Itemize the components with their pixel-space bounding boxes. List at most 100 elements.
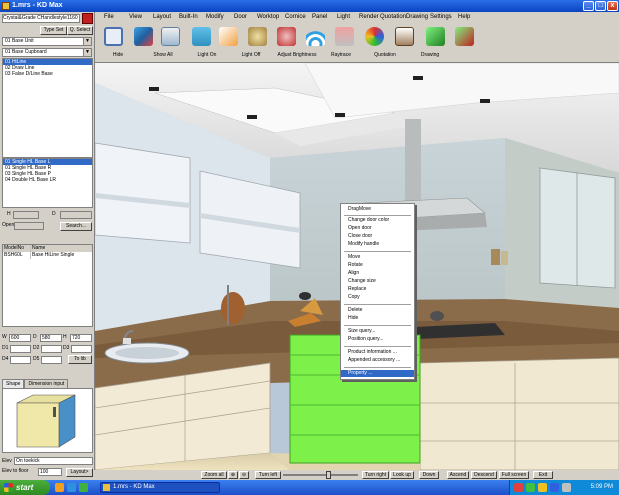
descend-button[interactable]: Descend (471, 471, 497, 479)
quicklaunch-icon[interactable] (67, 483, 76, 492)
menu-modify[interactable]: Modify (206, 13, 224, 22)
menu-settings[interactable]: Settings (430, 13, 452, 22)
menu-door[interactable]: Door (234, 13, 247, 22)
d3-field[interactable] (71, 345, 92, 353)
menu-item-dragmove[interactable]: DragMove (341, 206, 414, 213)
d1-field[interactable] (10, 345, 31, 353)
tray-icon[interactable] (514, 483, 523, 492)
menu-cornice[interactable]: Cornice (285, 13, 306, 22)
tray-icon[interactable] (526, 483, 535, 492)
quicklaunch-icon[interactable] (55, 483, 64, 492)
start-button[interactable]: start (0, 480, 50, 495)
menu-quotation[interactable]: Quotation (380, 13, 406, 22)
subcategory-combo[interactable]: 01 Base Cupboard ▼ (2, 48, 92, 57)
menu-item-appended-accessory[interactable]: Appended accessory ... (341, 357, 414, 364)
green-arrow-icon[interactable] (426, 27, 445, 46)
model-grid[interactable]: ModelNo Name BSH60L Base HiLine Single (2, 244, 93, 327)
menu-built-in[interactable]: Built-In (179, 13, 198, 22)
q-select-button[interactable]: Q. Select (67, 26, 93, 35)
show-all-icon[interactable] (161, 27, 180, 46)
cabinet-list-item[interactable]: 04 Double HL Base LR (3, 177, 92, 183)
menu-item-close-door[interactable]: Close door (341, 233, 414, 240)
exit-button[interactable]: Exit (533, 471, 553, 479)
zoom-out-icon[interactable]: ⊖ (239, 471, 249, 479)
drawing-label[interactable]: Drawing (400, 52, 460, 59)
style-list[interactable]: 01 HiLine 02 Draw Line 03 False D/Line Bas… (2, 58, 93, 158)
select-frame-icon[interactable] (104, 27, 123, 46)
menu-item-change-door-color[interactable]: Change door color (341, 217, 414, 224)
menu-item-position-query[interactable]: Position query... (341, 336, 414, 343)
menu-worktop[interactable]: Worktop (257, 13, 279, 22)
minimize-button[interactable]: _ (583, 1, 594, 11)
quotation-icon[interactable] (395, 27, 414, 46)
style-list-item[interactable]: 03 False D/Line Base (3, 71, 92, 77)
menu-item-change-size[interactable]: Change size (341, 278, 414, 285)
menu-item-delete[interactable]: Delete (341, 307, 414, 314)
tab-shape[interactable]: Shape (2, 379, 25, 388)
menu-item-hide[interactable]: Hide (341, 315, 414, 322)
zoom-all-button[interactable]: Zoom all (201, 471, 227, 479)
menu-drawing[interactable]: Drawing (406, 13, 428, 22)
table-row[interactable]: BSH60L Base HiLine Single (3, 252, 92, 259)
h-field-2[interactable]: 720 (70, 334, 92, 342)
books-icon[interactable] (192, 27, 211, 46)
turn-left-button[interactable]: Turn left (255, 471, 281, 479)
full-screen-button[interactable]: Full screen (499, 471, 529, 479)
taskbar-item-kdmax[interactable]: 1.mrs - KD Max (100, 482, 220, 493)
h-field[interactable] (13, 211, 39, 219)
menu-item-move[interactable]: Move (341, 254, 414, 261)
menu-item-product-information[interactable]: Product information ... (341, 349, 414, 356)
menu-item-size-query[interactable]: Size query... (341, 328, 414, 335)
menu-item-copy[interactable]: Copy (341, 294, 414, 301)
menu-help[interactable]: Help (458, 13, 470, 22)
layout-button[interactable]: Layout> (66, 468, 93, 477)
cube-icon[interactable] (134, 27, 153, 46)
palette-icon[interactable] (365, 27, 384, 46)
menu-item-align[interactable]: Align (341, 270, 414, 277)
quicklaunch-icon[interactable] (79, 483, 88, 492)
menu-render[interactable]: Render (359, 13, 379, 22)
brush-icon[interactable] (277, 27, 296, 46)
slider-thumb[interactable] (326, 471, 332, 479)
cabinet-list[interactable]: 01 Single HL Base L 01 Single HL Base R 03… (2, 158, 93, 208)
maximize-button[interactable]: □ (595, 1, 606, 11)
zoom-in-icon[interactable]: ⊕ (228, 471, 238, 479)
down-button[interactable]: Down (419, 471, 439, 479)
lamp-icon[interactable] (335, 27, 354, 46)
menu-item-property[interactable]: Property ... (341, 370, 414, 377)
category-combo[interactable]: 01 Base Unit ▼ (2, 37, 92, 46)
wifi-icon[interactable] (306, 27, 325, 46)
d4-field[interactable] (10, 356, 31, 364)
red-arrow-icon[interactable] (455, 27, 474, 46)
close-button[interactable]: x (607, 1, 618, 11)
eraser-icon[interactable] (219, 27, 238, 46)
turn-right-button[interactable]: Turn right (362, 471, 389, 479)
d-field-2[interactable]: 580 (40, 334, 62, 342)
menu-item-modify-handle[interactable]: Modify handle (341, 241, 414, 248)
to-lib-button[interactable]: To lib (68, 355, 92, 364)
menu-panel[interactable]: Panel (312, 13, 327, 22)
tray-icon[interactable] (550, 483, 559, 492)
menu-file[interactable]: File (104, 13, 114, 22)
menu-light[interactable]: Light (337, 13, 350, 22)
paint-icon[interactable] (248, 27, 267, 46)
elev-floor-field[interactable]: 100 (38, 468, 62, 476)
d2-field[interactable] (41, 345, 62, 353)
menu-item-replace[interactable]: Replace (341, 286, 414, 293)
catalog-icon[interactable] (82, 13, 93, 24)
tab-dimension-input[interactable]: Dimension input (24, 379, 69, 388)
tray-icon[interactable] (562, 483, 571, 492)
elev-combo[interactable]: On toekick (14, 457, 93, 465)
type-set-button[interactable]: Type Set (40, 26, 67, 35)
ascend-button[interactable]: Ascend (447, 471, 469, 479)
rotation-slider[interactable] (283, 471, 358, 479)
tray-icon[interactable] (538, 483, 547, 492)
menu-view[interactable]: View (129, 13, 142, 22)
menu-layout[interactable]: Layout (153, 13, 171, 22)
search-button[interactable]: Search... (60, 222, 92, 231)
look-up-button[interactable]: Look up (390, 471, 414, 479)
menu-item-rotate[interactable]: Rotate (341, 262, 414, 269)
menu-item-open-door[interactable]: Open door (341, 225, 414, 232)
d-field[interactable] (60, 211, 92, 219)
w-field[interactable]: 600 (9, 334, 31, 342)
